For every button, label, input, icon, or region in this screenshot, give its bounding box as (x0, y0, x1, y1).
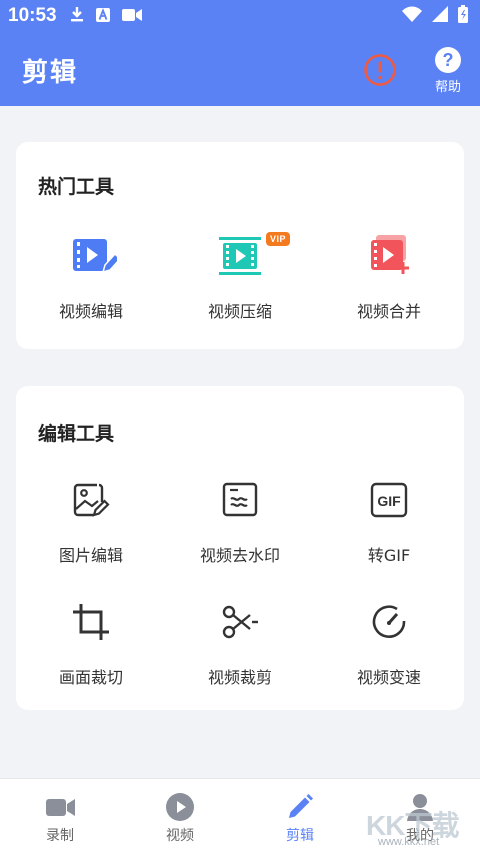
text-a-icon (96, 7, 110, 26)
tool-video-trim[interactable]: 视频裁剪 (165, 600, 315, 688)
watermark-url: www.kkx.net (378, 836, 440, 848)
tool-image-edit[interactable]: 图片编辑 (16, 478, 166, 566)
tool-label: 视频压缩 (207, 302, 272, 321)
video-compress-icon (218, 234, 262, 278)
tab-label: 录制 (46, 828, 74, 844)
crop-icon (69, 600, 113, 644)
record-icon (44, 791, 76, 823)
speed-icon (367, 600, 411, 644)
play-icon (164, 791, 196, 823)
edit-tools-card: 编辑工具 图片编辑 视频去水印 GIF 转GIF 画面裁切 视频裁剪 视频变速 (16, 386, 464, 710)
pencil-icon (284, 791, 316, 823)
tool-label: 视频编辑 (58, 302, 123, 321)
tab-record[interactable]: 录制 (0, 779, 120, 852)
scissors-icon (218, 600, 262, 644)
tool-label: 视频去水印 (199, 546, 280, 565)
status-bar: 10:53 (0, 0, 480, 32)
tool-label: 图片编辑 (58, 546, 123, 565)
remove-watermark-icon (218, 478, 262, 522)
hot-tools-title: 热门工具 (38, 176, 115, 198)
tab-video[interactable]: 视频 (120, 779, 240, 852)
alert-circle-icon (364, 54, 396, 86)
tool-video-merge[interactable]: 视频合并 (314, 234, 464, 322)
tool-video-edit[interactable]: 视频编辑 (16, 234, 166, 322)
tool-label: 视频合并 (356, 302, 421, 321)
tab-label: 剪辑 (286, 828, 314, 844)
tool-to-gif[interactable]: GIF 转GIF (314, 478, 464, 566)
gif-glyph: GIF (377, 493, 401, 509)
tab-edit[interactable]: 剪辑 (240, 779, 360, 852)
hot-tools-card: 热门工具 视频编辑 视频压缩 VIP 视频合并 (16, 142, 464, 349)
video-camera-icon (122, 7, 142, 26)
vip-badge: VIP (266, 232, 291, 246)
gif-icon: GIF (367, 478, 411, 522)
signal-icon (432, 6, 448, 26)
help-label: 帮助 (434, 80, 461, 95)
help-icon: ? (435, 47, 461, 73)
tool-crop[interactable]: 画面裁切 (16, 600, 166, 688)
battery-icon (458, 5, 468, 27)
page-title: 剪辑 (22, 58, 79, 88)
tool-video-compress[interactable]: 视频压缩 (165, 234, 315, 322)
alert-button[interactable] (363, 53, 397, 87)
video-merge-icon (367, 234, 411, 278)
image-edit-icon (69, 478, 113, 522)
tool-label: 转GIF (367, 546, 411, 565)
tool-label: 画面裁切 (58, 668, 123, 687)
tool-video-speed[interactable]: 视频变速 (314, 600, 464, 688)
wifi-icon (402, 6, 422, 26)
video-edit-icon (69, 234, 122, 278)
tab-label: 视频 (166, 828, 194, 844)
tool-label: 视频裁剪 (207, 668, 272, 687)
download-icon (70, 6, 84, 26)
edit-tools-title: 编辑工具 (38, 423, 115, 445)
help-button[interactable]: ? 帮助 (428, 47, 468, 95)
tool-remove-watermark[interactable]: 视频去水印 (165, 478, 315, 566)
status-time: 10:53 (8, 5, 57, 26)
tool-label: 视频变速 (356, 668, 421, 687)
